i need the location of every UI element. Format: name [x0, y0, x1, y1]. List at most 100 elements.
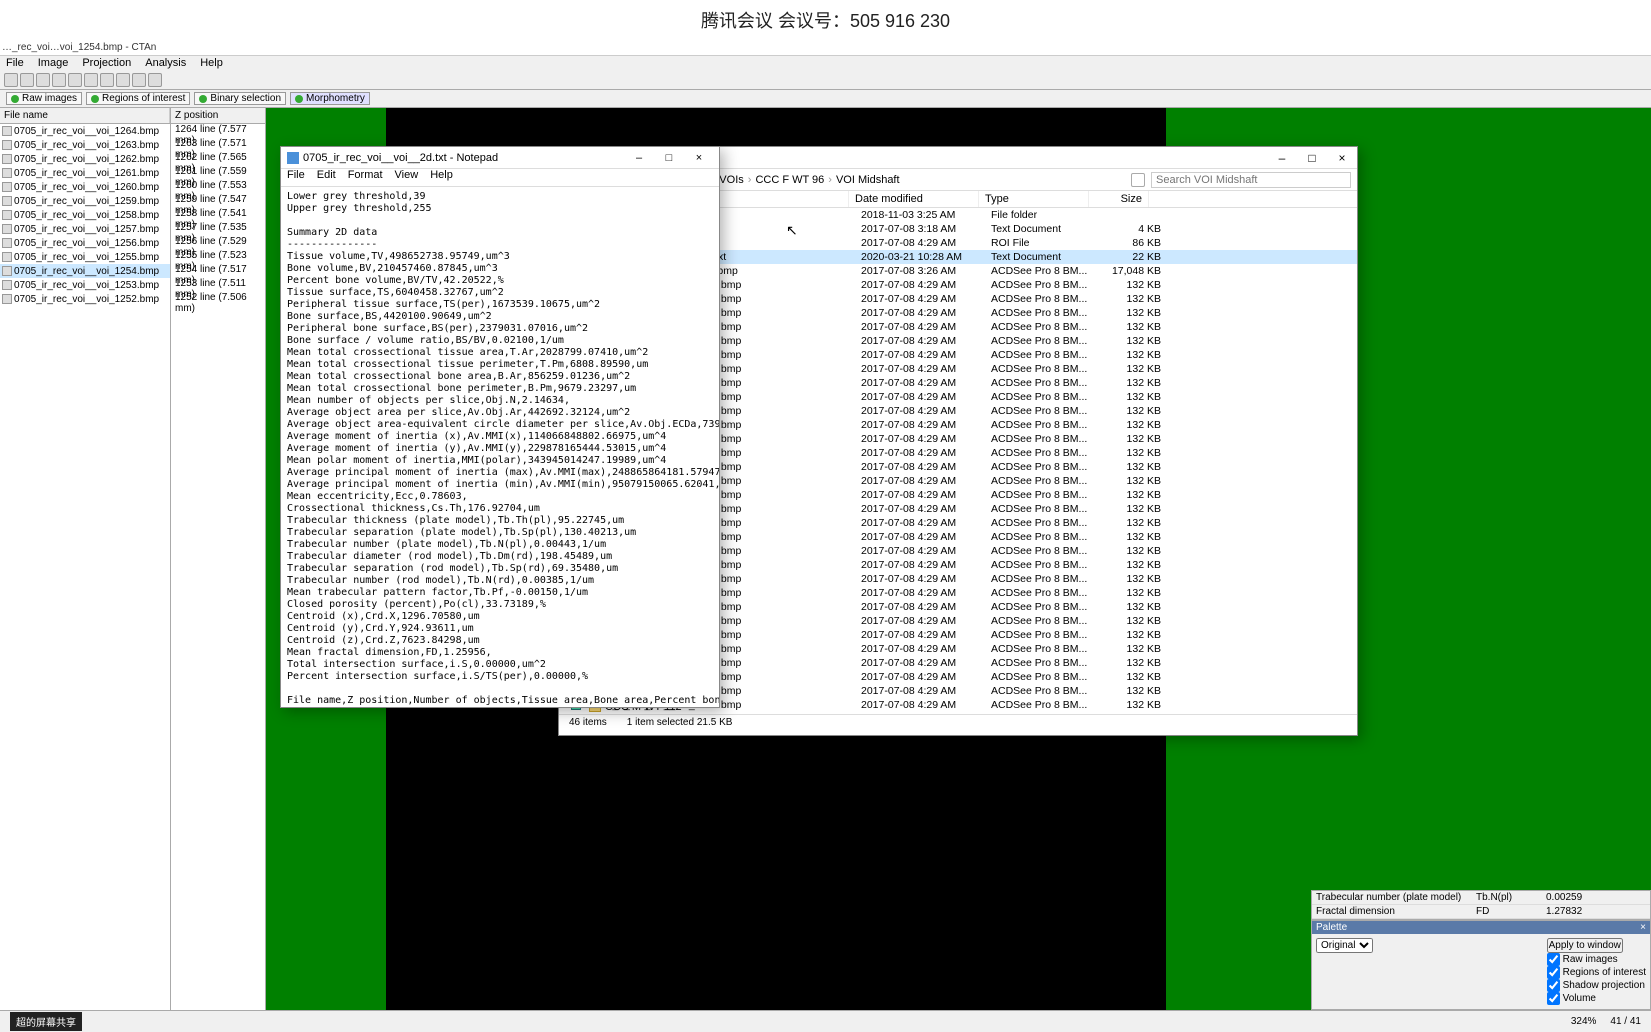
toolbar-button[interactable] [52, 73, 66, 87]
file-size: 132 KB [1101, 657, 1161, 669]
file-row[interactable]: 0705_ir_rec_voi__voi_1257.bmp [0, 222, 170, 236]
check-shadow-projection[interactable]: Shadow projection [1547, 979, 1646, 992]
file-type: ACDSee Pro 8 BM... [991, 447, 1101, 459]
check-volume[interactable]: Volume [1547, 992, 1646, 1005]
col-date[interactable]: Date modified [849, 191, 979, 207]
maximize-icon[interactable]: □ [1297, 147, 1327, 168]
file-name: 0705_ir_rec_voi__voi_1260.bmp [14, 182, 159, 193]
toolbar-button[interactable] [36, 73, 50, 87]
file-type: ACDSee Pro 8 BM... [991, 489, 1101, 501]
file-date: 2017-07-08 4:29 AM [861, 713, 991, 714]
ctan-toolbar [0, 72, 1651, 90]
toolbar-button[interactable] [4, 73, 18, 87]
frame-counter: 41 / 41 [1610, 1016, 1641, 1027]
file-row[interactable]: 0705_ir_rec_voi__voi_1261.bmp [0, 166, 170, 180]
toolbar-button[interactable] [116, 73, 130, 87]
file-row[interactable]: 0705_ir_rec_voi__voi_1256.bmp [0, 236, 170, 250]
check-regions-of-interest[interactable]: Regions of interest [1547, 966, 1646, 979]
file-size: 132 KB [1101, 601, 1161, 613]
file-size: 132 KB [1101, 531, 1161, 543]
col-type[interactable]: Type [979, 191, 1089, 207]
file-size: 132 KB [1101, 461, 1161, 473]
menu-file[interactable]: File [6, 57, 24, 71]
zpos-value: 1264 line (7.577 mm) [171, 124, 265, 138]
notepad-window: 0705_ir_rec_voi__voi__2d.txt - Notepad –… [280, 146, 720, 708]
col-size[interactable]: Size [1089, 191, 1149, 207]
file-row[interactable]: 0705_ir_rec_voi__voi_1258.bmp [0, 208, 170, 222]
file-size: 132 KB [1101, 671, 1161, 683]
crumb-item[interactable]: CCC F WT 96 [753, 174, 826, 186]
file-icon [2, 294, 12, 304]
file-date: 2017-07-08 4:29 AM [861, 391, 991, 403]
menu-format[interactable]: Format [348, 169, 383, 186]
crumb-item[interactable]: VOI Midshaft [834, 174, 902, 186]
toolbar-button[interactable] [132, 73, 146, 87]
file-size: 132 KB [1101, 615, 1161, 627]
menu-file[interactable]: File [287, 169, 305, 186]
zpos-value: 1259 line (7.547 mm) [171, 194, 265, 208]
file-type: ACDSee Pro 8 BM... [991, 601, 1101, 613]
apply-button[interactable]: Apply to window [1547, 938, 1623, 953]
notepad-text-area[interactable]: Lower grey threshold,39 Upper grey thres… [281, 187, 719, 707]
minimize-icon[interactable]: – [1267, 147, 1297, 168]
tab-regions-of-interest[interactable]: Regions of interest [86, 92, 190, 105]
file-icon [2, 196, 12, 206]
toolbar-button[interactable] [84, 73, 98, 87]
file-date: 2017-07-08 4:29 AM [861, 559, 991, 571]
menu-help[interactable]: Help [200, 57, 223, 71]
menu-edit[interactable]: Edit [317, 169, 336, 186]
tab-morphometry[interactable]: Morphometry [290, 92, 370, 105]
file-size: 17,048 KB [1101, 265, 1161, 277]
file-name-header[interactable]: File name [0, 108, 170, 123]
notepad-title: 0705_ir_rec_voi__voi__2d.txt - Notepad [303, 152, 498, 164]
tab-binary-selection[interactable]: Binary selection [194, 92, 286, 105]
check-raw-images[interactable]: Raw images [1547, 953, 1646, 966]
menu-projection[interactable]: Projection [82, 57, 131, 71]
file-name: 0705_ir_rec_voi__voi_1261.bmp [14, 168, 159, 179]
zpos-value: 1257 line (7.535 mm) [171, 222, 265, 236]
menu-view[interactable]: View [395, 169, 419, 186]
tab-raw-images[interactable]: Raw images [6, 92, 82, 105]
file-row[interactable]: 0705_ir_rec_voi__voi_1253.bmp [0, 278, 170, 292]
toolbar-button[interactable] [100, 73, 114, 87]
file-date: 2017-07-08 4:29 AM [861, 307, 991, 319]
file-row[interactable]: 0705_ir_rec_voi__voi_1259.bmp [0, 194, 170, 208]
toolbar-button[interactable] [68, 73, 82, 87]
file-size: 132 KB [1101, 349, 1161, 361]
file-row[interactable]: 0705_ir_rec_voi__voi_1263.bmp [0, 138, 170, 152]
palette-close-icon[interactable]: × [1640, 922, 1646, 933]
file-row[interactable]: 0705_ir_rec_voi__voi_1264.bmp [0, 124, 170, 138]
file-size: 132 KB [1101, 517, 1161, 529]
file-row[interactable]: 0705_ir_rec_voi__voi_1255.bmp [0, 250, 170, 264]
search-input[interactable] [1151, 172, 1351, 188]
close-icon[interactable]: × [1327, 147, 1357, 168]
zposition-panel: Z position 1264 line (7.577 mm)1263 line… [171, 108, 266, 1010]
ctan-menu: File Image Projection Analysis Help [0, 56, 1651, 72]
refresh-icon[interactable] [1131, 173, 1145, 187]
maximize-icon[interactable]: □ [655, 149, 683, 167]
palette-select[interactable]: Original [1316, 938, 1373, 953]
file-date: 2017-07-08 4:29 AM [861, 699, 991, 711]
file-size: 132 KB [1101, 391, 1161, 403]
file-name: 0705_ir_rec_voi__voi_1252.bmp [14, 294, 159, 305]
file-row[interactable]: 0705_ir_rec_voi__voi_1252.bmp [0, 292, 170, 306]
menu-analysis[interactable]: Analysis [145, 57, 186, 71]
file-icon [2, 182, 12, 192]
file-icon [2, 154, 12, 164]
file-row[interactable]: 0705_ir_rec_voi__voi_1260.bmp [0, 180, 170, 194]
minimize-icon[interactable]: – [625, 149, 653, 167]
toolbar-button[interactable] [148, 73, 162, 87]
file-date: 2017-07-08 4:29 AM [861, 363, 991, 375]
file-date: 2017-07-08 4:29 AM [861, 587, 991, 599]
file-type: ACDSee Pro 8 BM... [991, 517, 1101, 529]
menu-image[interactable]: Image [38, 57, 69, 71]
file-size: 132 KB [1101, 293, 1161, 305]
zpos-value: 1252 line (7.506 mm) [171, 292, 265, 306]
file-row[interactable]: 0705_ir_rec_voi__voi_1254.bmp [0, 264, 170, 278]
toolbar-button[interactable] [20, 73, 34, 87]
file-row[interactable]: 0705_ir_rec_voi__voi_1262.bmp [0, 152, 170, 166]
menu-help[interactable]: Help [430, 169, 453, 186]
zposition-header[interactable]: Z position [171, 108, 265, 124]
file-date: 2017-07-08 4:29 AM [861, 321, 991, 333]
close-icon[interactable]: × [685, 149, 713, 167]
